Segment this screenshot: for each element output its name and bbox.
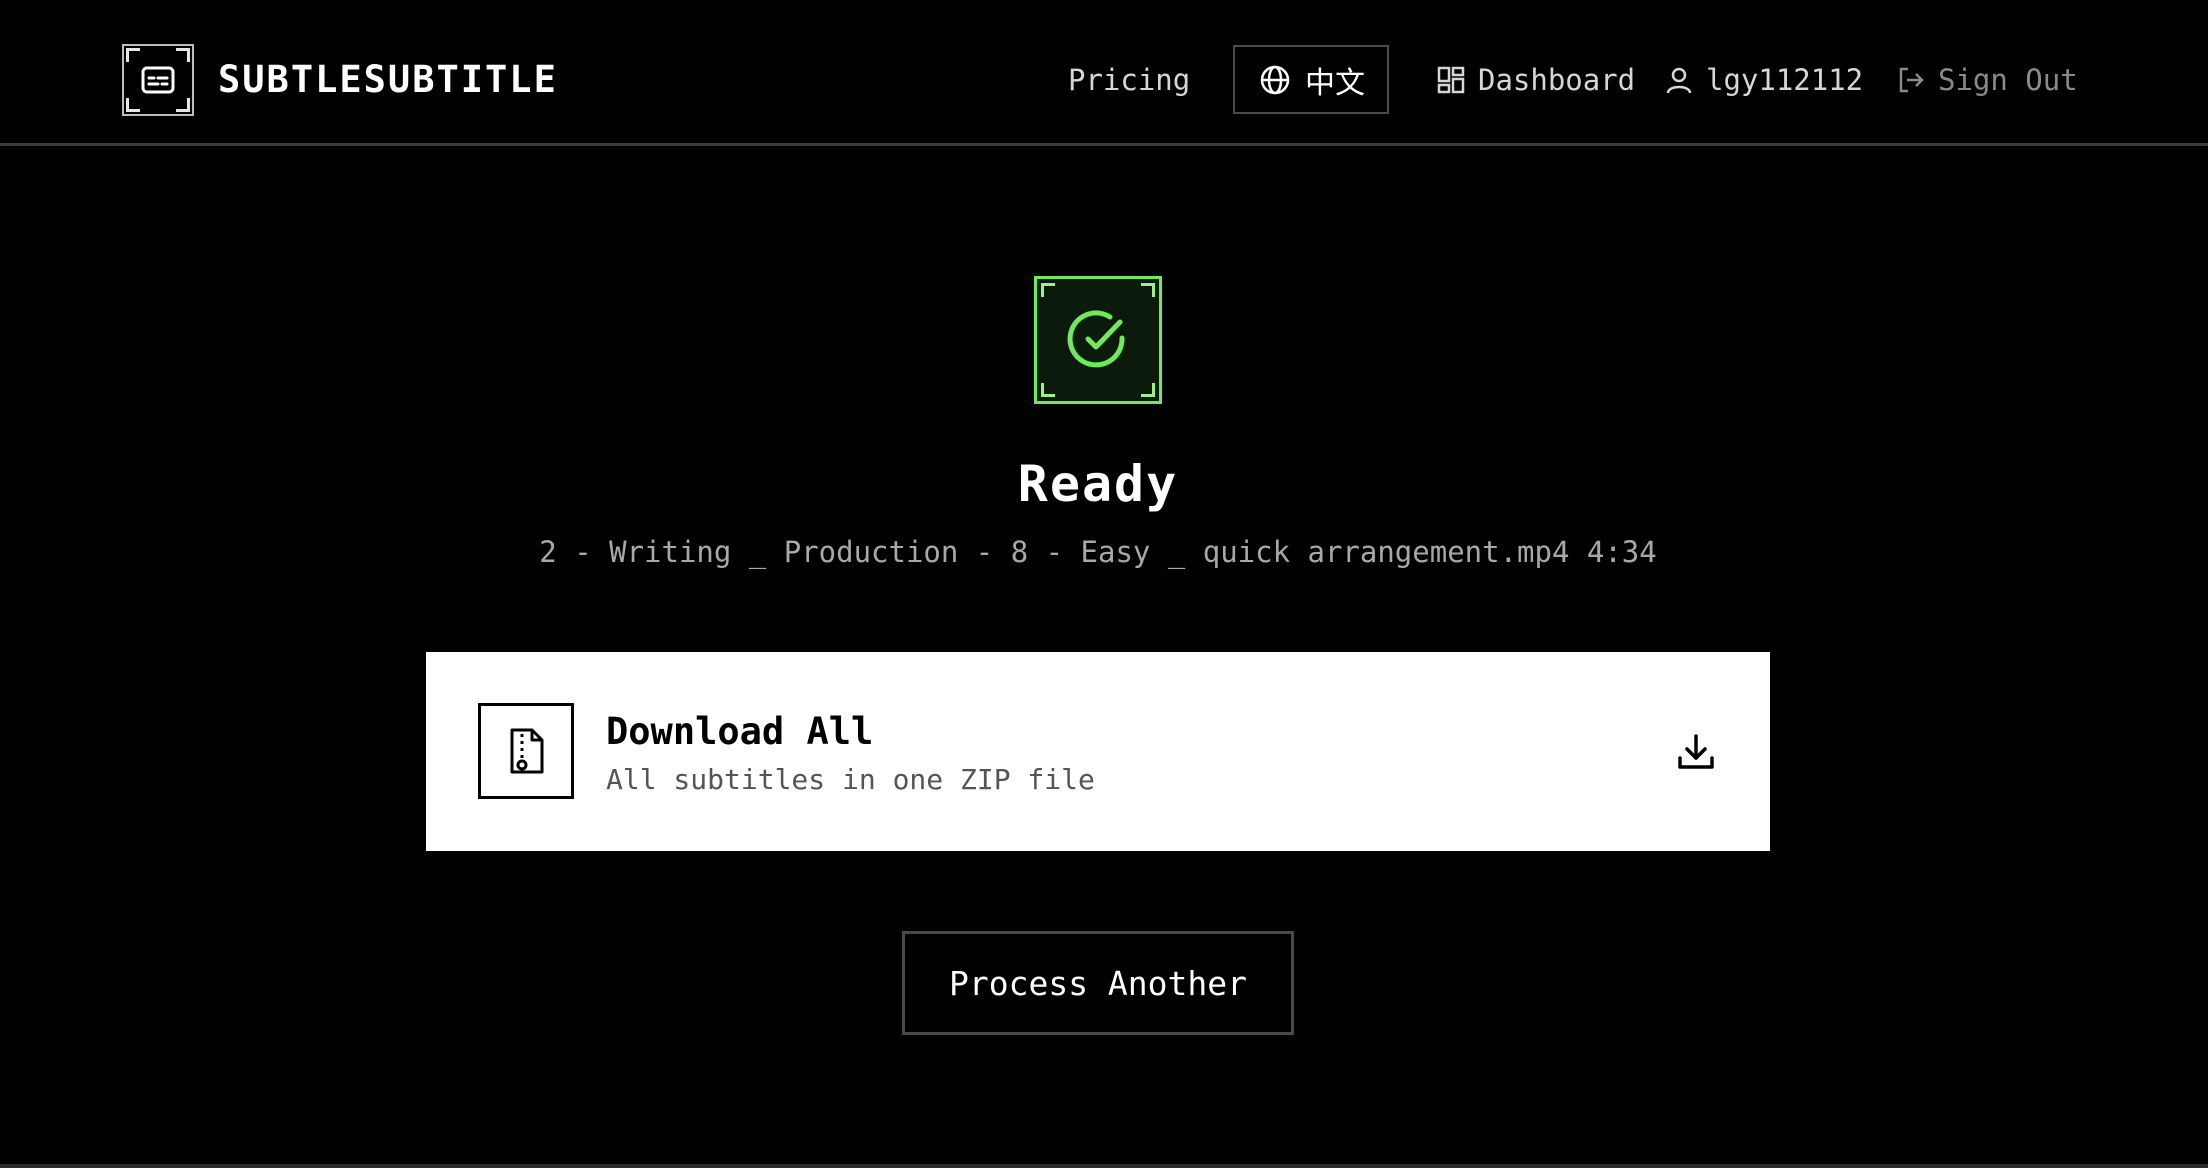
download-all-title: Download All (606, 710, 874, 753)
ready-status-icon-box (1034, 276, 1162, 404)
logo[interactable] (122, 44, 194, 116)
nav-pricing-link[interactable]: Pricing (1068, 58, 1190, 102)
check-circle-icon (1067, 310, 1125, 368)
user-icon (1666, 67, 1692, 94)
sign-out-label: Sign Out (1938, 63, 2078, 97)
logout-icon (1899, 67, 1924, 93)
status-title: Ready (1017, 455, 1179, 513)
brand-name[interactable]: SUBTLESUBTITLE (218, 56, 558, 104)
nav-dashboard-link[interactable]: Dashboard (1436, 58, 1635, 102)
top-navbar: SUBTLESUBTITLE Pricing 中文 Dashboard lgy1… (0, 0, 2208, 146)
subtitles-icon (141, 66, 175, 94)
username-label: lgy112112 (1706, 63, 1864, 97)
zip-file-icon (510, 728, 544, 774)
sign-out-button[interactable]: Sign Out (1896, 58, 2078, 102)
nav-user-profile[interactable]: lgy112112 (1664, 58, 1863, 102)
language-label: 中文 (1305, 65, 1365, 101)
download-icon[interactable] (1676, 732, 1716, 772)
download-all-card[interactable]: Download All All subtitles in one ZIP fi… (426, 652, 1770, 851)
globe-icon (1260, 65, 1290, 94)
file-info: 2 - Writing _ Production - 8 - Easy _ qu… (539, 535, 1657, 569)
zip-file-icon-box (478, 703, 574, 799)
nav-dashboard-label: Dashboard (1478, 63, 1636, 97)
grid-icon (1437, 66, 1465, 94)
process-another-button[interactable]: Process Another (902, 931, 1294, 1035)
footer-divider (0, 1164, 2208, 1168)
download-all-subtitle: All subtitles in one ZIP file (606, 763, 1095, 796)
language-switcher-button[interactable]: 中文 (1233, 45, 1389, 114)
